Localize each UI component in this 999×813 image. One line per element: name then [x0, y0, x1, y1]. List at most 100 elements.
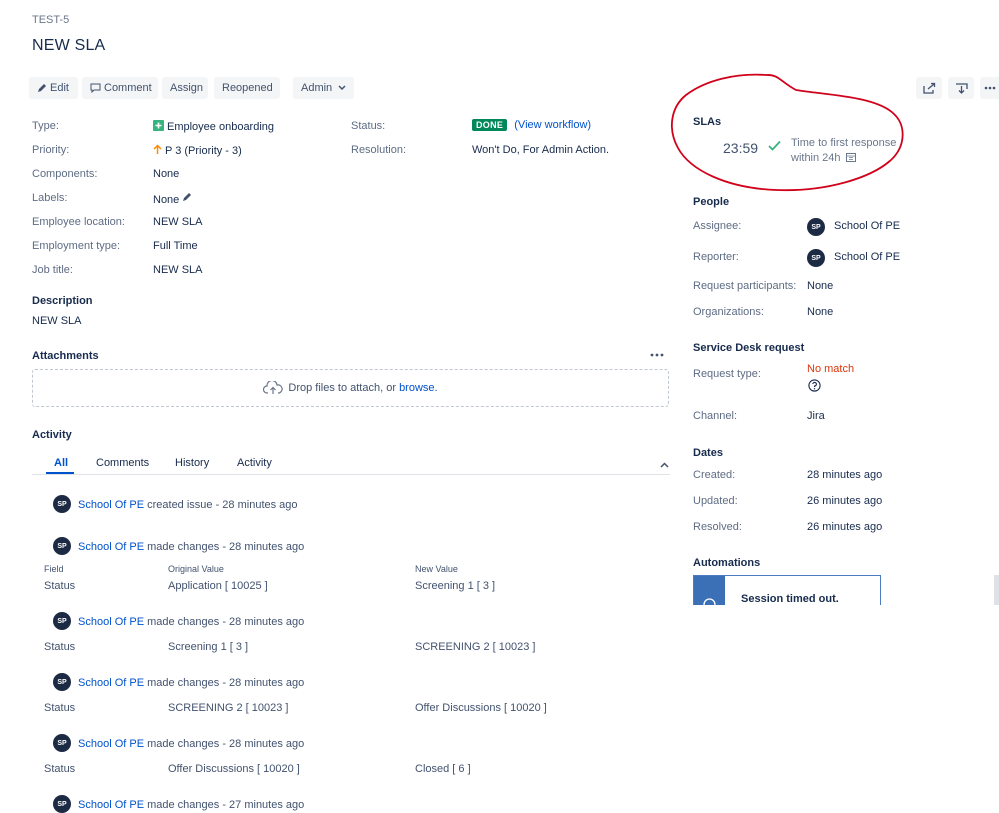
browse-link[interactable]: browse. — [399, 382, 438, 394]
user-link[interactable]: School Of PE — [78, 677, 144, 689]
dates-heading: Dates — [693, 447, 723, 459]
resolved-label: Resolved: — [693, 521, 742, 533]
pencil-icon — [38, 84, 46, 93]
channel-value: Jira — [807, 410, 825, 422]
info-icon — [703, 598, 716, 605]
edit-button[interactable]: Edit — [29, 77, 78, 99]
tab-activity[interactable]: Activity — [237, 457, 272, 469]
type-value: Employee onboarding — [153, 120, 274, 133]
session-timeout-banner: Session timed out. — [693, 575, 881, 605]
user-link[interactable]: School Of PE — [78, 738, 144, 750]
organizations-value[interactable]: None — [807, 306, 833, 318]
change-field: Status — [44, 763, 76, 775]
reporter-value[interactable]: School Of PE — [834, 251, 900, 263]
change-field: Status — [44, 580, 76, 592]
help-icon[interactable] — [808, 379, 821, 392]
issue-key[interactable]: TEST-5 — [32, 14, 69, 26]
change-new: Offer Discussions [ 10020 ] — [415, 702, 547, 714]
service-desk-heading: Service Desk request — [693, 342, 805, 354]
automations-heading: Automations — [693, 557, 761, 569]
request-type-label: Request type: — [693, 368, 761, 380]
request-type-value[interactable]: No match — [807, 363, 854, 375]
participants-value[interactable]: None — [807, 280, 833, 292]
arrow-up-icon — [153, 144, 162, 154]
issue-title: NEW SLA — [32, 37, 106, 54]
participants-label: Request participants: — [693, 280, 797, 292]
change-new: SCREENING 2 [ 10023 ] — [415, 641, 536, 653]
avatar[interactable]: SP — [53, 537, 71, 555]
reopened-button[interactable]: Reopened — [214, 77, 280, 99]
priority-label: Priority: — [32, 144, 70, 156]
avatar[interactable]: SP — [53, 734, 71, 752]
created-label: Created: — [693, 469, 736, 481]
comment-button[interactable]: Comment — [82, 77, 158, 99]
updated-label: Updated: — [693, 495, 738, 507]
download-icon — [955, 83, 968, 94]
status-badge: DONE — [472, 119, 508, 132]
session-message: Session timed out. — [741, 593, 839, 605]
share-button[interactable] — [916, 77, 942, 99]
chevron-up-icon[interactable] — [660, 462, 669, 468]
comment-icon — [90, 83, 101, 94]
change-field: Status — [44, 641, 76, 653]
activity-entry: School Of PE made changes - 28 minutes a… — [78, 616, 304, 628]
column-header-field: Field — [44, 564, 64, 574]
user-link[interactable]: School Of PE — [78, 616, 144, 628]
change-new: Closed [ 6 ] — [415, 763, 471, 775]
attachments-heading: Attachments — [32, 350, 99, 362]
priority-text: P 3 (Priority - 3) — [165, 145, 242, 157]
chevron-down-icon — [338, 85, 346, 91]
attachment-dropzone[interactable]: Drop files to attach, or browse. — [32, 369, 669, 407]
user-link[interactable]: School Of PE — [78, 799, 144, 811]
pencil-icon[interactable] — [182, 192, 192, 202]
description-text[interactable]: NEW SLA — [32, 315, 82, 327]
activity-entry: School Of PE made changes - 28 minutes a… — [78, 738, 304, 750]
priority-value: P 3 (Priority - 3) — [153, 144, 242, 157]
avatar[interactable]: SP — [53, 612, 71, 630]
view-workflow-link[interactable]: (View workflow) — [514, 119, 591, 131]
admin-dropdown[interactable]: Admin — [293, 77, 354, 99]
more-actions-button[interactable] — [980, 77, 999, 99]
resolved-value: 26 minutes ago — [807, 521, 883, 533]
employment-type-label: Employment type: — [32, 240, 121, 252]
activity-action: made changes - 27 minutes ago — [147, 799, 305, 811]
change-field: Status — [44, 702, 76, 714]
user-link[interactable]: School Of PE — [78, 499, 144, 511]
comment-label: Comment — [104, 82, 152, 94]
employee-location-value: NEW SLA — [153, 216, 203, 228]
activity-action: made changes - 28 minutes ago — [147, 738, 305, 750]
column-header-new: New Value — [415, 564, 458, 574]
avatar[interactable]: SP — [807, 249, 825, 267]
activity-entry: School Of PE made changes - 28 minutes a… — [78, 541, 304, 553]
active-tab-indicator — [46, 472, 74, 474]
resolution-value: Won't Do, For Admin Action. — [472, 144, 610, 156]
activity-heading: Activity — [32, 429, 72, 441]
assignee-value[interactable]: School Of PE — [834, 220, 900, 232]
avatar[interactable]: SP — [53, 495, 71, 513]
channel-label: Channel: — [693, 410, 738, 422]
column-header-original: Original Value — [168, 564, 224, 574]
user-link[interactable]: School Of PE — [78, 541, 144, 553]
avatar[interactable]: SP — [807, 218, 825, 236]
activity-action: made changes - 28 minutes ago — [147, 616, 305, 628]
avatar[interactable]: SP — [53, 795, 71, 813]
assign-button[interactable]: Assign — [162, 77, 208, 99]
share-icon — [922, 82, 935, 94]
job-title-value: NEW SLA — [153, 264, 203, 276]
export-button[interactable] — [948, 77, 974, 99]
avatar[interactable]: SP — [53, 673, 71, 691]
activity-action: made changes - 28 minutes ago — [147, 541, 305, 553]
tab-history[interactable]: History — [175, 457, 209, 469]
people-heading: People — [693, 196, 730, 208]
banner-icon-strip — [694, 576, 725, 605]
annotation-circle — [671, 73, 904, 192]
activity-action: made changes - 28 minutes ago — [147, 677, 305, 689]
more-icon[interactable] — [650, 353, 664, 357]
labels-value[interactable]: None — [153, 192, 192, 206]
labels-label: Labels: — [32, 192, 68, 204]
tab-all[interactable]: All — [54, 457, 68, 469]
scrollbar[interactable] — [994, 575, 999, 605]
edit-label: Edit — [50, 82, 69, 94]
employment-type-value: Full Time — [153, 240, 198, 252]
tab-comments[interactable]: Comments — [96, 457, 149, 469]
